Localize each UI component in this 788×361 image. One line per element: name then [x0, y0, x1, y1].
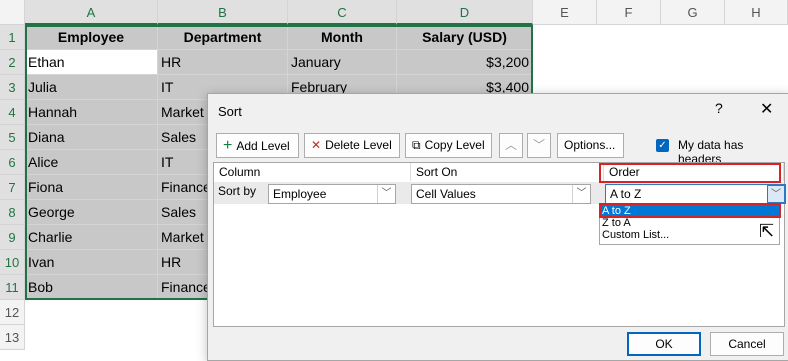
column-header-c[interactable]: C	[288, 0, 397, 25]
plus-icon: +	[223, 137, 233, 154]
chevron-down-icon: ﹀	[767, 185, 785, 203]
table-cell[interactable]: Bob	[25, 275, 158, 300]
row-header-1[interactable]: 1	[0, 25, 25, 50]
order-option-custom-list[interactable]: Custom List...	[600, 229, 779, 241]
delete-level-button[interactable]: ✕ Delete Level	[304, 133, 400, 158]
close-icon[interactable]: ✕	[760, 99, 773, 119]
sort-dialog: Sort ? ✕ + Add Level ✕ Delete Level ⧉ Copy …	[207, 93, 788, 361]
options-label: Options...	[564, 138, 616, 152]
row-header-7[interactable]: 7	[0, 175, 25, 200]
table-cell[interactable]: HR	[158, 50, 288, 75]
column-header-a[interactable]: A	[25, 0, 158, 25]
chevron-up-icon: ︿	[504, 138, 517, 152]
column-header-h[interactable]: H	[725, 0, 788, 25]
sort-on-value: Cell Values	[416, 187, 476, 201]
row-header-8[interactable]: 8	[0, 200, 25, 225]
dialog-title: Sort	[218, 104, 242, 119]
order-dropdown-list: A to Z Z to A Custom List...	[599, 204, 780, 245]
my-data-has-headers-checkbox[interactable]: ✓	[656, 139, 669, 152]
order-value: A to Z	[610, 187, 642, 201]
cell-header-salary[interactable]: Salary (USD)	[397, 25, 533, 50]
table-cell[interactable]: Diana	[25, 125, 158, 150]
cell-header-month[interactable]: Month	[288, 25, 397, 50]
row-header-10[interactable]: 10	[0, 250, 25, 275]
options-button[interactable]: Options...	[557, 133, 624, 158]
ok-button[interactable]: OK	[627, 332, 701, 356]
order-select[interactable]: A to Z ﹀	[605, 184, 786, 204]
column-heading: Column	[214, 163, 411, 181]
row-header-6[interactable]: 6	[0, 150, 25, 175]
table-cell[interactable]: Ethan	[25, 50, 158, 75]
table-cell[interactable]: George	[25, 200, 158, 225]
copy-level-button[interactable]: ⧉ Copy Level	[405, 133, 492, 158]
row-header-13[interactable]: 13	[0, 325, 25, 350]
row-header-3[interactable]: 3	[0, 75, 25, 100]
copy-icon: ⧉	[412, 138, 421, 152]
order-option-a-to-z[interactable]: A to Z	[600, 205, 779, 217]
add-level-button[interactable]: + Add Level	[216, 133, 299, 158]
row-header-9[interactable]: 9	[0, 225, 25, 250]
help-button[interactable]: ?	[715, 100, 723, 116]
order-heading: Order	[604, 163, 784, 181]
cancel-button[interactable]: Cancel	[710, 332, 784, 356]
row-header-11[interactable]: 11	[0, 275, 25, 300]
table-cell[interactable]: Charlie	[25, 225, 158, 250]
column-header-d[interactable]: D	[397, 0, 533, 25]
chevron-down-icon: ﹀	[377, 185, 395, 203]
table-cell[interactable]: Ivan	[25, 250, 158, 275]
move-down-button[interactable]: ﹀	[527, 133, 551, 158]
add-level-label: Add Level	[236, 139, 290, 153]
row-header-5[interactable]: 5	[0, 125, 25, 150]
table-cell[interactable]: January	[288, 50, 397, 75]
sort-column-select[interactable]: Employee ﹀	[268, 184, 396, 204]
sort-by-label: Sort by	[218, 184, 257, 198]
table-cell[interactable]: Hannah	[25, 100, 158, 125]
sort-on-select[interactable]: Cell Values ﹀	[411, 184, 591, 204]
copy-level-label: Copy Level	[424, 138, 485, 152]
table-cell[interactable]: $3,200	[397, 50, 533, 75]
select-all-corner[interactable]	[0, 0, 25, 25]
table-cell[interactable]: Julia	[25, 75, 158, 100]
chevron-down-icon: ﹀	[532, 138, 545, 152]
sort-on-heading: Sort On	[411, 163, 604, 181]
row-header-4[interactable]: 4	[0, 100, 25, 125]
table-cell[interactable]: Alice	[25, 150, 158, 175]
chevron-down-icon: ﹀	[572, 185, 590, 203]
checkmark-icon: ✓	[658, 140, 667, 151]
column-header-f[interactable]: F	[597, 0, 661, 25]
sort-column-value: Employee	[273, 187, 327, 201]
cell-header-department[interactable]: Department	[158, 25, 288, 50]
column-header-e[interactable]: E	[533, 0, 597, 25]
column-header-g[interactable]: G	[661, 0, 725, 25]
row-header-12[interactable]: 12	[0, 300, 25, 325]
delete-level-label: Delete Level	[325, 138, 392, 152]
move-up-button[interactable]: ︿	[499, 133, 523, 158]
table-cell[interactable]: Fiona	[25, 175, 158, 200]
row-header-2[interactable]: 2	[0, 50, 25, 75]
mouse-cursor-icon: ⇱	[759, 221, 775, 241]
delete-icon: ✕	[311, 138, 322, 152]
order-option-z-to-a[interactable]: Z to A	[600, 217, 779, 229]
column-header-b[interactable]: B	[158, 0, 288, 25]
cell-header-employee[interactable]: Employee	[25, 25, 158, 50]
